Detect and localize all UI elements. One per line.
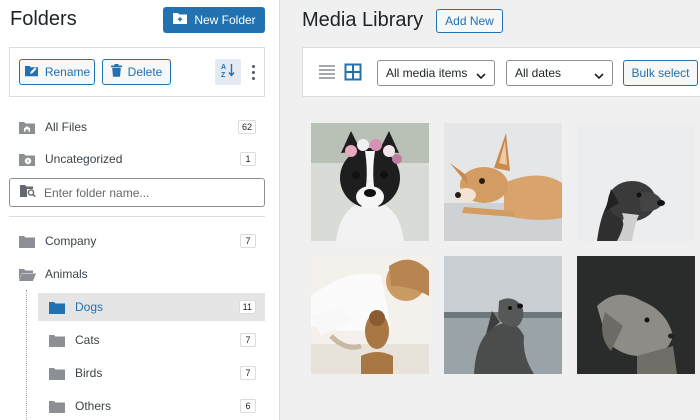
- sort-az-icon: A Z: [220, 62, 236, 83]
- dog-photo: [444, 256, 562, 374]
- folder-open-icon: [18, 267, 36, 281]
- dog-photo: [577, 256, 695, 374]
- folder-item-all-files[interactable]: All Files 62: [9, 113, 265, 141]
- folders-title: Folders: [10, 8, 77, 30]
- folder-count-badge: 7: [240, 333, 256, 347]
- folder-name-input[interactable]: [44, 185, 244, 200]
- media-date-select[interactable]: All dates: [506, 60, 613, 86]
- folder-item-birds[interactable]: Birds 7: [38, 359, 265, 387]
- sort-button[interactable]: A Z: [215, 59, 241, 85]
- home-folder-icon: [18, 120, 36, 134]
- dog-photo: [311, 123, 429, 241]
- delete-button[interactable]: Delete: [102, 59, 171, 85]
- folder-label: Cats: [75, 333, 100, 347]
- bulk-select-button[interactable]: Bulk select: [623, 60, 698, 86]
- new-folder-button[interactable]: New Folder: [163, 7, 265, 33]
- new-folder-label: New Folder: [194, 13, 256, 27]
- add-new-button[interactable]: Add New: [436, 9, 503, 33]
- kebab-dot-icon: [251, 64, 255, 68]
- list-view-icon[interactable]: [318, 63, 336, 81]
- folder-label: Others: [75, 399, 112, 413]
- folder-search-icon: [20, 184, 36, 202]
- folder-count-badge: 11: [238, 300, 256, 314]
- folder-label: Birds: [75, 366, 103, 380]
- svg-text:A: A: [221, 64, 226, 71]
- media-thumbnail-dog-dark[interactable]: [577, 256, 695, 374]
- kebab-dot-icon: [251, 70, 255, 74]
- dog-photo: [577, 123, 695, 241]
- media-thumbnail-dog-lake[interactable]: [444, 256, 562, 374]
- media-type-value: All media items: [386, 66, 468, 80]
- media-thumbnail-dog-flower-crown[interactable]: [311, 123, 429, 241]
- dog-photo: [444, 123, 562, 241]
- folder-icon: [48, 399, 66, 413]
- folder-toolbar: Rename Delete A Z: [9, 47, 265, 97]
- folder-search-field[interactable]: [9, 178, 265, 207]
- folder-count-badge: 7: [240, 366, 256, 380]
- tree-guide-line: [26, 290, 27, 420]
- dog-photo: [311, 256, 429, 374]
- folder-label: Uncategorized: [45, 152, 123, 166]
- folder-item-cats[interactable]: Cats 7: [38, 326, 265, 354]
- folder-label: All Files: [45, 120, 88, 134]
- chevron-down-icon: [594, 69, 604, 83]
- folder-count-badge: 62: [237, 120, 256, 134]
- rename-label: Rename: [44, 65, 91, 79]
- kebab-dot-icon: [251, 76, 255, 80]
- media-filter-bar: All media items All dates Bulk select: [302, 47, 700, 97]
- folder-icon: [48, 366, 66, 380]
- folder-item-dogs[interactable]: Dogs 11: [38, 293, 265, 321]
- folder-label: Dogs: [75, 300, 104, 314]
- divider: [9, 216, 265, 217]
- media-type-select[interactable]: All media items: [377, 60, 495, 86]
- folder-item-animals[interactable]: Animals: [9, 260, 265, 288]
- folder-icon: [48, 333, 66, 347]
- more-options-button[interactable]: [246, 59, 260, 85]
- folder-plus-icon: [172, 12, 188, 28]
- svg-text:Z: Z: [221, 72, 226, 78]
- folder-icon: [48, 300, 66, 314]
- folder-item-uncategorized[interactable]: Uncategorized 1: [9, 145, 265, 173]
- folder-item-company[interactable]: Company 7: [9, 227, 265, 255]
- folder-label: Animals: [45, 267, 88, 281]
- trash-icon: [110, 64, 122, 80]
- media-date-value: All dates: [515, 66, 562, 80]
- folder-item-others[interactable]: Others 6: [38, 392, 265, 420]
- media-thumbnail-woman-with-dog[interactable]: [311, 256, 429, 374]
- folder-count-badge: 7: [240, 234, 256, 248]
- folder-icon: [18, 234, 36, 248]
- media-thumbnail-dog-lying[interactable]: [444, 123, 562, 241]
- folder-count-badge: 1: [240, 152, 256, 166]
- media-thumbnail-dog-profile[interactable]: [577, 123, 695, 241]
- info-folder-icon: [18, 152, 36, 166]
- folder-count-badge: 6: [240, 399, 256, 413]
- page-title: Media Library: [302, 9, 424, 31]
- edit-folder-icon: [24, 65, 39, 80]
- delete-label: Delete: [127, 65, 163, 79]
- folders-panel: Folders New Folder Rename Delete A Z All…: [0, 0, 280, 420]
- folder-label: Company: [45, 234, 97, 248]
- chevron-down-icon: [476, 69, 486, 83]
- rename-button[interactable]: Rename: [19, 59, 95, 85]
- grid-view-icon[interactable]: [344, 63, 362, 81]
